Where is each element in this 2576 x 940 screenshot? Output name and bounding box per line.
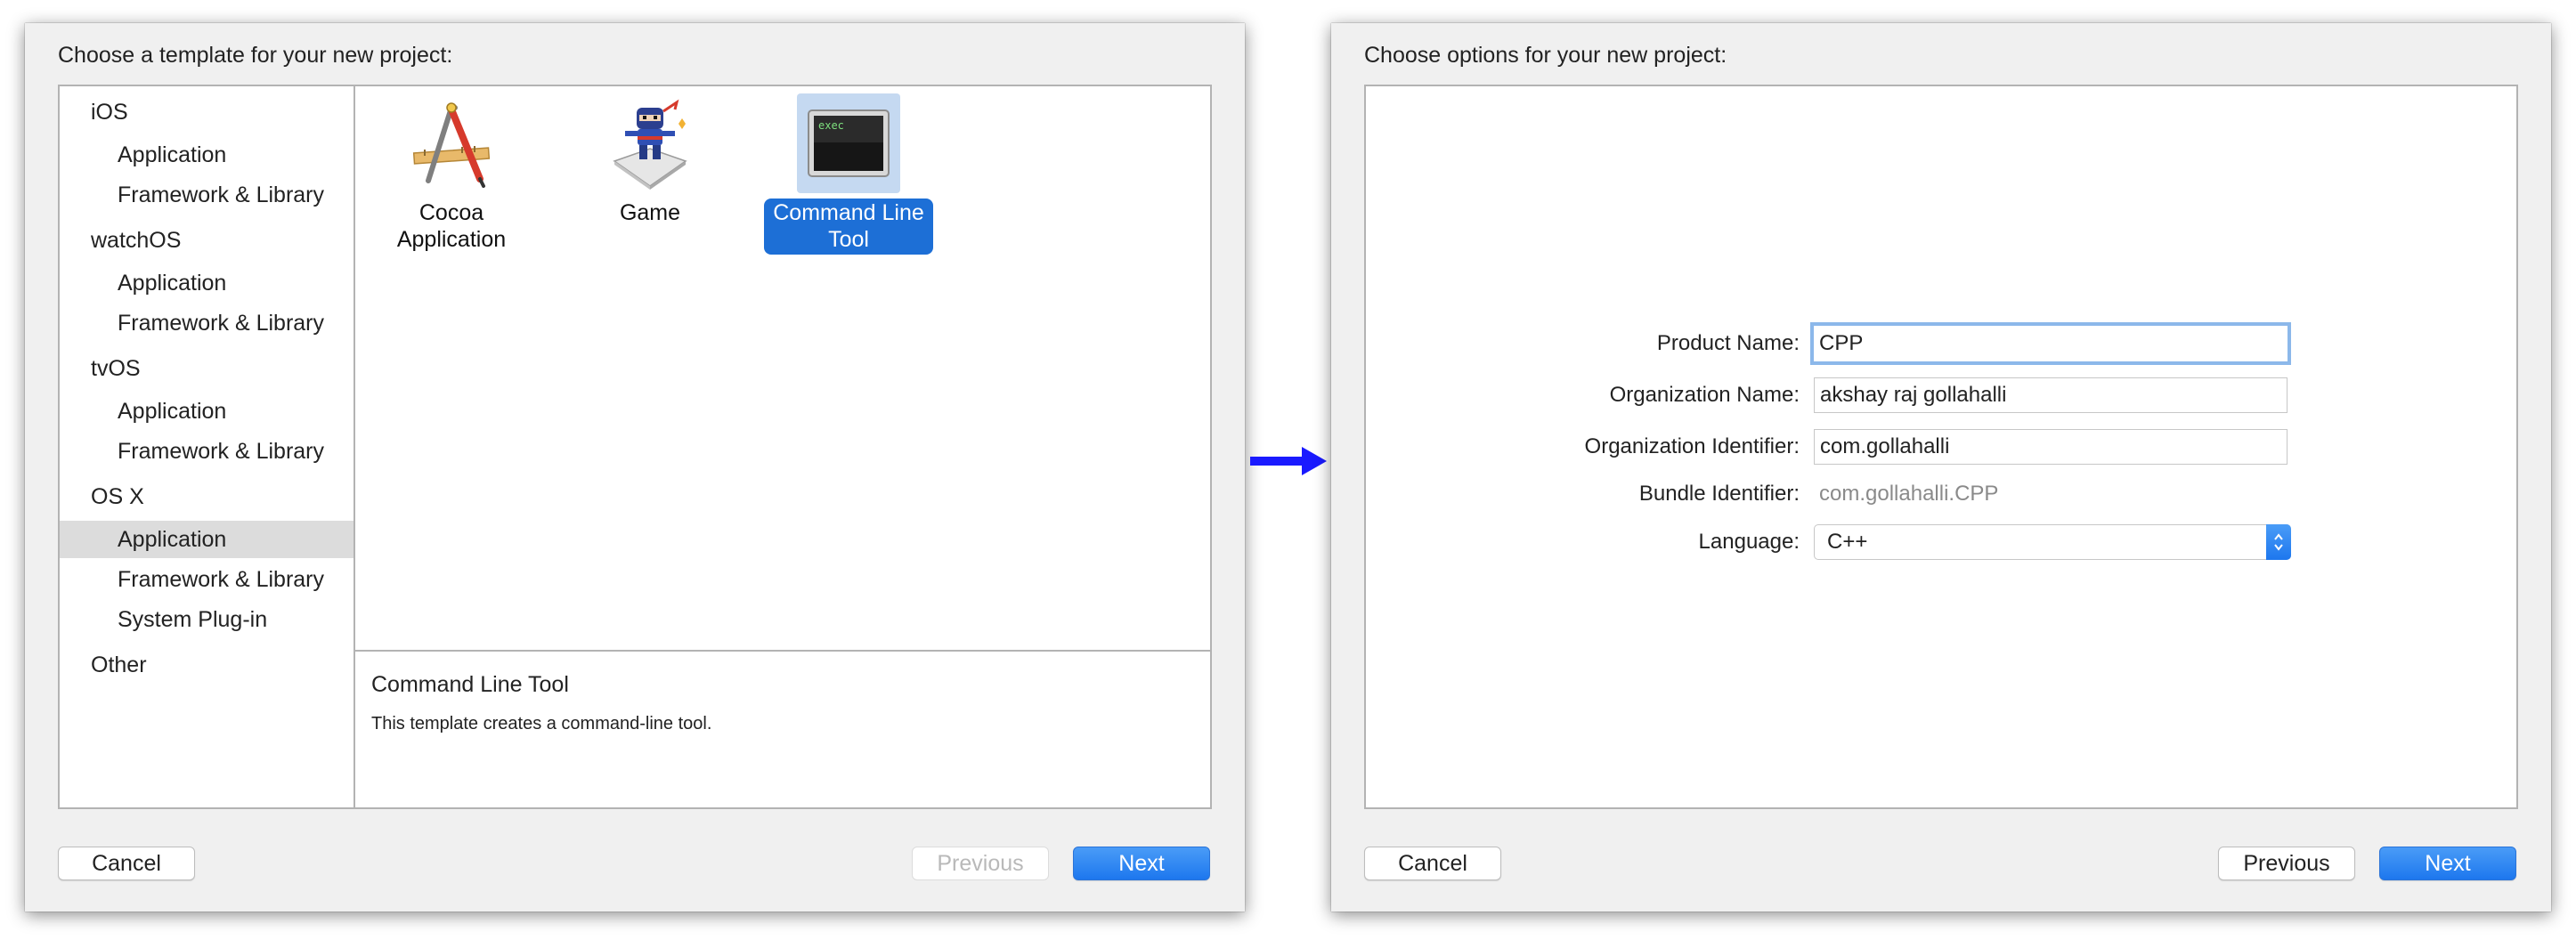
language-row: Language: C++ [1366, 523, 2516, 562]
sidebar-section-header: OS X [60, 478, 353, 515]
template-label: Cocoa Application [396, 200, 507, 252]
sidebar-item-label: tvOS [91, 355, 141, 381]
bundle-identifier-row: Bundle Identifier: com.gollahalli.CPP [1366, 474, 2516, 514]
organization-name-field[interactable]: akshay raj gollahalli [1814, 377, 2288, 413]
sidebar-item-label: Application [118, 142, 227, 167]
sidebar-item-label: Framework & Library [118, 310, 324, 336]
next-button[interactable]: Next [1073, 847, 1210, 880]
product-name-label: Product Name: [1656, 331, 1800, 355]
template-chooser-dialog: Choose a template for your new project: … [25, 23, 1245, 912]
language-label: Language: [1698, 530, 1800, 554]
sidebar-item[interactable]: Application [60, 264, 353, 302]
sidebar-section-header: Other [60, 646, 353, 684]
template-label: Game [619, 200, 681, 225]
previous-button[interactable]: Previous [2218, 847, 2355, 880]
sidebar-item-label: OS X [91, 483, 144, 509]
sidebar-item-label: Application [118, 526, 227, 552]
next-button[interactable]: Next [2379, 847, 2516, 880]
template-command-line-tool[interactable]: exec Command Line Tool [751, 93, 947, 255]
dialog-title: Choose a template for your new project: [58, 43, 453, 68]
template-browser: iOS Application Framework & Library watchOS… [58, 85, 1212, 809]
sidebar-item[interactable]: Application [60, 136, 353, 174]
template-grid: Cocoa Application Game exec Command Line… [353, 86, 1210, 652]
description-title: Command Line Tool [371, 672, 569, 697]
sidebar-item-label: Application [118, 270, 227, 296]
select-arrows-icon [2266, 524, 2291, 560]
sidebar-item[interactable]: Framework & Library [60, 176, 353, 214]
language-select[interactable]: C++ [1814, 524, 2291, 560]
cancel-button[interactable]: Cancel [1364, 847, 1501, 880]
platform-sidebar: iOS Application Framework & Library watchOS… [60, 86, 355, 807]
bundle-identifier-label: Bundle Identifier: [1638, 482, 1800, 506]
next-step-arrow-icon [1247, 445, 1329, 482]
sidebar-item[interactable]: System Plug-in [60, 601, 353, 638]
sidebar-item-label: Other [91, 652, 147, 677]
sidebar-item-label: Framework & Library [118, 182, 324, 207]
organization-identifier-field[interactable]: com.gollahalli [1814, 429, 2288, 465]
sidebar-section-header: tvOS [60, 350, 353, 387]
options-panel: Product Name: CPP Organization Name: aks… [1364, 85, 2518, 809]
sidebar-item-label: Application [118, 398, 227, 424]
sidebar-item-label: Framework & Library [118, 566, 324, 592]
sidebar-item-label: iOS [91, 99, 128, 125]
previous-button[interactable]: Previous [912, 847, 1049, 880]
sidebar-item-label: watchOS [91, 227, 182, 253]
organization-name-label: Organization Name: [1609, 383, 1800, 407]
sidebar-item-label: Framework & Library [118, 438, 324, 464]
bundle-identifier-value: com.gollahalli.CPP [1819, 482, 1999, 506]
cancel-button[interactable]: Cancel [58, 847, 195, 880]
organization-identifier-label: Organization Identifier: [1584, 434, 1800, 458]
template-label: Command Line Tool [764, 199, 933, 255]
sidebar-item[interactable]: Framework & Library [60, 433, 353, 470]
sidebar-item[interactable]: Application [60, 393, 353, 430]
terminal-exec-icon: exec [797, 93, 900, 193]
sidebar-item[interactable]: Application [60, 521, 353, 558]
svg-text:exec: exec [818, 119, 844, 132]
dialog-title: Choose options for your new project: [1364, 43, 1727, 68]
template-game[interactable]: Game [552, 93, 748, 228]
cocoa-app-icon [400, 93, 503, 193]
description-text: This template creates a command-line too… [371, 714, 712, 733]
sidebar-section-header: iOS [60, 93, 353, 131]
sidebar-section-header: watchOS [60, 222, 353, 259]
sidebar-item-label: System Plug-in [118, 606, 268, 632]
project-options-dialog: Choose options for your new project: Pro… [1331, 23, 2551, 912]
organization-identifier-row: Organization Identifier: com.gollahalli [1366, 427, 2516, 466]
game-ninja-icon [598, 93, 702, 193]
product-name-row: Product Name: CPP [1366, 324, 2516, 363]
sidebar-item[interactable]: Framework & Library [60, 304, 353, 342]
sidebar-item[interactable]: Framework & Library [60, 561, 353, 598]
template-description: Command Line Tool This template creates … [353, 652, 1210, 807]
product-name-field[interactable]: CPP [1814, 326, 2288, 361]
language-value: C++ [1827, 530, 1868, 554]
organization-name-row: Organization Name: akshay raj gollahalli [1366, 376, 2516, 415]
template-cocoa-application[interactable]: Cocoa Application [353, 93, 549, 255]
